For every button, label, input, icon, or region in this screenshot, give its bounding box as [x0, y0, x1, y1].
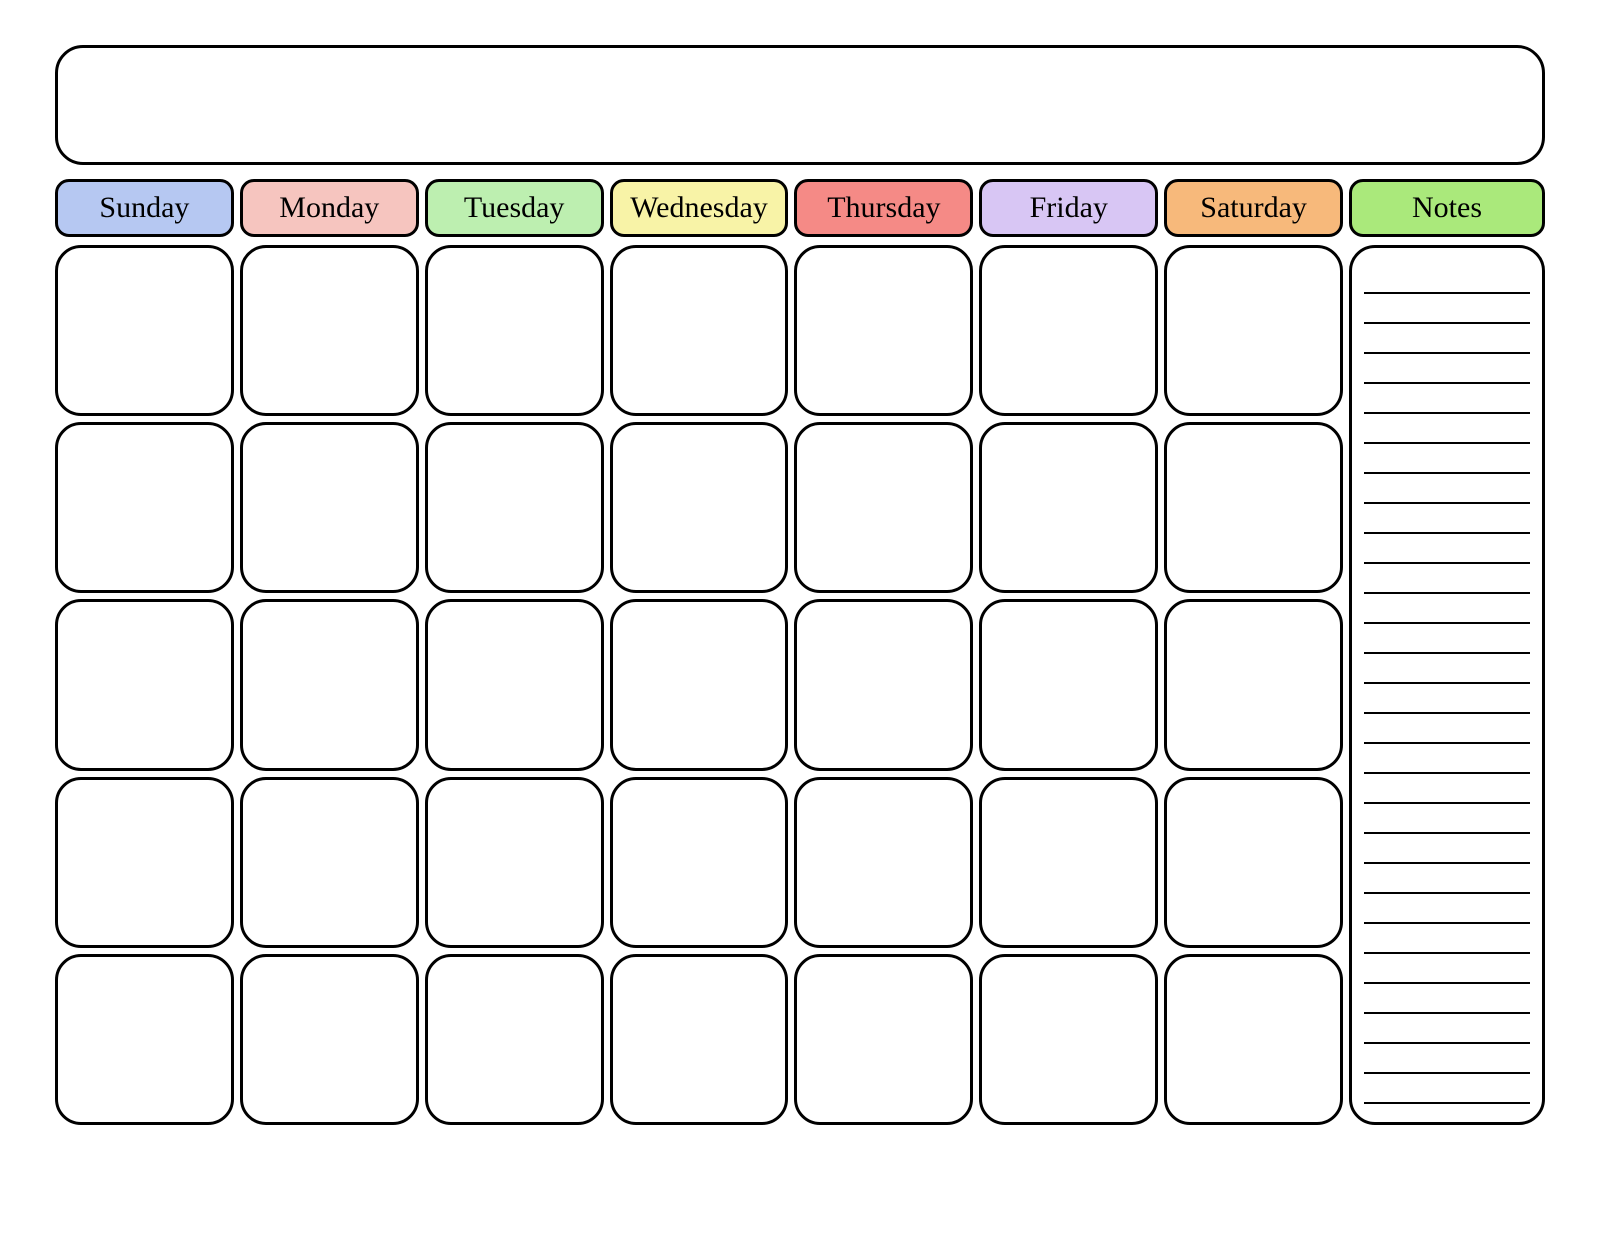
calendar-week-row [55, 422, 1343, 593]
notes-line[interactable] [1364, 774, 1530, 804]
notes-line[interactable] [1364, 384, 1530, 414]
calendar-day-cell[interactable] [425, 954, 604, 1125]
calendar-day-cell[interactable] [794, 599, 973, 770]
notes-line[interactable] [1364, 624, 1530, 654]
weekday-header-monday: Monday [240, 179, 419, 237]
calendar-day-cell[interactable] [1164, 245, 1343, 416]
calendar-day-cell[interactable] [610, 599, 789, 770]
notes-line[interactable] [1364, 354, 1530, 384]
calendar-day-cell[interactable] [1164, 599, 1343, 770]
calendar-day-cell[interactable] [1164, 422, 1343, 593]
month-title-box[interactable] [55, 45, 1545, 165]
calendar-day-cell[interactable] [794, 777, 973, 948]
notes-line[interactable] [1364, 534, 1530, 564]
notes-line[interactable] [1364, 834, 1530, 864]
weekday-header-wednesday: Wednesday [610, 179, 789, 237]
calendar-day-cell[interactable] [610, 954, 789, 1125]
weekday-header-sunday: Sunday [55, 179, 234, 237]
calendar-day-cell[interactable] [240, 599, 419, 770]
calendar-day-cell[interactable] [610, 245, 789, 416]
calendar-day-cell[interactable] [610, 777, 789, 948]
weekday-header-friday: Friday [979, 179, 1158, 237]
calendar-day-cell[interactable] [794, 422, 973, 593]
calendar-day-cell[interactable] [240, 954, 419, 1125]
notes-line[interactable] [1364, 1044, 1530, 1074]
calendar-day-cell[interactable] [979, 777, 1158, 948]
notes-line[interactable] [1364, 444, 1530, 474]
weekday-header-tuesday: Tuesday [425, 179, 604, 237]
notes-line[interactable] [1364, 294, 1530, 324]
notes-line[interactable] [1364, 864, 1530, 894]
notes-line[interactable] [1364, 894, 1530, 924]
calendar-template-page: Sunday Monday Tuesday Wednesday Thursday… [0, 0, 1600, 1236]
calendar-body [55, 245, 1545, 1125]
calendar-day-cell[interactable] [979, 422, 1158, 593]
notes-line[interactable] [1364, 804, 1530, 834]
notes-line[interactable] [1364, 414, 1530, 444]
calendar-day-cell[interactable] [425, 245, 604, 416]
calendar-day-cell[interactable] [979, 599, 1158, 770]
calendar-week-row [55, 599, 1343, 770]
calendar-day-cell[interactable] [425, 422, 604, 593]
notes-line[interactable] [1364, 504, 1530, 534]
notes-line[interactable] [1364, 924, 1530, 954]
notes-line[interactable] [1364, 654, 1530, 684]
calendar-day-cell[interactable] [55, 422, 234, 593]
calendar-day-cell[interactable] [979, 954, 1158, 1125]
calendar-day-cell[interactable] [240, 777, 419, 948]
notes-line[interactable] [1364, 714, 1530, 744]
notes-header: Notes [1349, 179, 1545, 237]
calendar-day-cell[interactable] [610, 422, 789, 593]
calendar-day-cell[interactable] [794, 245, 973, 416]
notes-line[interactable] [1364, 954, 1530, 984]
notes-line[interactable] [1364, 594, 1530, 624]
notes-line[interactable] [1364, 1074, 1530, 1104]
calendar-grid [55, 245, 1343, 1125]
calendar-day-cell[interactable] [55, 245, 234, 416]
calendar-week-row [55, 954, 1343, 1125]
calendar-week-row [55, 245, 1343, 416]
weekday-header-row: Sunday Monday Tuesday Wednesday Thursday… [55, 179, 1545, 237]
calendar-day-cell[interactable] [55, 777, 234, 948]
calendar-day-cell[interactable] [240, 245, 419, 416]
calendar-day-cell[interactable] [794, 954, 973, 1125]
calendar-day-cell[interactable] [425, 599, 604, 770]
weekday-header-saturday: Saturday [1164, 179, 1343, 237]
notes-line[interactable] [1364, 564, 1530, 594]
calendar-day-cell[interactable] [55, 954, 234, 1125]
notes-line[interactable] [1364, 264, 1530, 294]
calendar-day-cell[interactable] [979, 245, 1158, 416]
calendar-day-cell[interactable] [425, 777, 604, 948]
calendar-day-cell[interactable] [240, 422, 419, 593]
notes-line[interactable] [1364, 984, 1530, 1014]
calendar-week-row [55, 777, 1343, 948]
notes-line[interactable] [1364, 744, 1530, 774]
notes-column[interactable] [1349, 245, 1545, 1125]
calendar-day-cell[interactable] [1164, 777, 1343, 948]
calendar-day-cell[interactable] [55, 599, 234, 770]
notes-line[interactable] [1364, 324, 1530, 354]
notes-line[interactable] [1364, 684, 1530, 714]
calendar-day-cell[interactable] [1164, 954, 1343, 1125]
notes-line[interactable] [1364, 1014, 1530, 1044]
weekday-header-thursday: Thursday [794, 179, 973, 237]
notes-line[interactable] [1364, 474, 1530, 504]
